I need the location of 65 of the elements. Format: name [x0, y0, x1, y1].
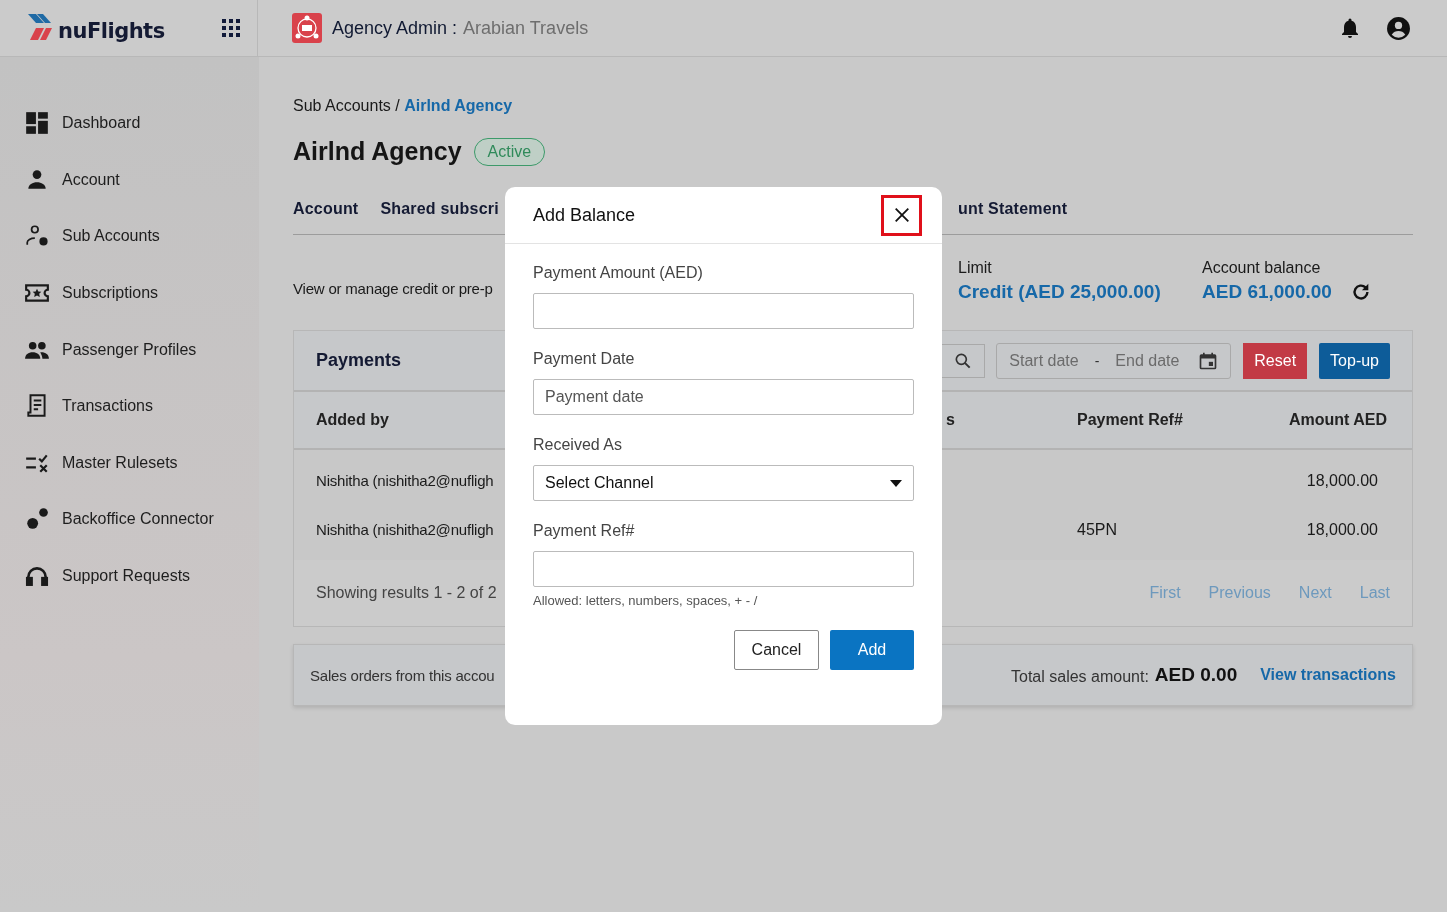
- sidebar-item[interactable]: Account: [0, 151, 259, 209]
- balance-label: Account balance: [1202, 259, 1322, 277]
- dashboard-icon: [24, 110, 50, 137]
- agency-name: Arabian Travels: [463, 17, 589, 39]
- sidebar-item[interactable]: Subscriptions: [0, 264, 259, 322]
- tab[interactable]: Shared subscri: [380, 200, 499, 218]
- field-label: Payment Ref#: [533, 522, 636, 540]
- table-cell: 18,000.00: [1306, 520, 1378, 538]
- field-hint: Allowed: letters, numbers, spaces, + - /: [533, 593, 759, 608]
- description-text: View or manage credit or pre-p: [293, 280, 493, 299]
- field-label: Payment Date: [533, 350, 636, 368]
- select-field[interactable]: Select Channel: [533, 465, 914, 501]
- page-title: Airlnd Agency: [293, 137, 462, 166]
- date-range-field[interactable]: Start date - End date: [996, 342, 1232, 379]
- table-cell: 18,000.00: [1306, 471, 1378, 489]
- results-count: Showing results 1 - 2 of 2: [316, 584, 497, 602]
- dialog-title: Add Balance: [533, 204, 636, 226]
- column-header: Amount AED: [1289, 411, 1388, 429]
- range-separator: -: [1094, 352, 1100, 369]
- card-title: Payments: [316, 350, 402, 371]
- header-title: Agency Admin :: [332, 17, 458, 39]
- cancel-button[interactable]: Cancel: [734, 630, 819, 670]
- add-button[interactable]: Add: [830, 630, 914, 670]
- input-field[interactable]: [533, 293, 914, 329]
- tab[interactable]: Account: [293, 200, 359, 218]
- table-cell: Nishitha (nishitha2@nufligh: [316, 472, 494, 489]
- field-label: Received As: [533, 436, 623, 454]
- table-cell: Nishitha (nishitha2@nufligh: [316, 521, 494, 538]
- sidebar-item[interactable]: Transactions: [0, 377, 259, 435]
- balance-value: AED 61,000.00: [1202, 281, 1332, 303]
- view-transactions-link[interactable]: View transactions: [1260, 666, 1396, 684]
- close-button[interactable]: [881, 194, 922, 236]
- limit-label: Limit: [958, 259, 993, 277]
- column-header: Payment Ref#: [1077, 411, 1184, 429]
- calendar-icon[interactable]: [1198, 350, 1219, 371]
- end-date-placeholder: End date: [1115, 351, 1180, 370]
- logo-text: nuFlights: [58, 19, 165, 43]
- sales-text: Sales orders from this accou: [310, 666, 495, 684]
- agency-icon: [292, 13, 322, 43]
- apps-grid-icon[interactable]: [222, 19, 240, 37]
- close-icon: [892, 206, 911, 224]
- user-avatar-icon[interactable]: [1386, 15, 1411, 41]
- caret-icon: [890, 479, 902, 487]
- sidebar-item[interactable]: Passenger Profiles: [0, 321, 259, 378]
- status-badge: Active: [473, 137, 546, 166]
- sidebar-item[interactable]: Dashboard: [0, 95, 259, 152]
- sidebar-item[interactable]: Support Requests: [0, 547, 259, 605]
- sidebar-item[interactable]: Sub Accounts: [0, 208, 259, 265]
- total-value: AED 0.00: [1154, 664, 1238, 686]
- start-date-placeholder: Start date: [1009, 351, 1079, 370]
- column-header: s: [946, 411, 956, 429]
- breadcrumb-link[interactable]: Sub Accounts /: [293, 97, 400, 114]
- breadcrumb-current: Airlnd Agency: [404, 97, 513, 114]
- top-up-button[interactable]: Top-up: [1319, 342, 1390, 379]
- reset-button[interactable]: Reset: [1243, 342, 1308, 379]
- table-cell: 45PN: [1077, 520, 1118, 538]
- sidebar-item[interactable]: Master Rulesets: [0, 434, 259, 492]
- limit-value: Credit (AED 25,000.00): [958, 281, 1162, 303]
- sidebar-item[interactable]: Backoffice Connector: [0, 491, 259, 548]
- input-field[interactable]: [533, 551, 914, 587]
- column-header: Added by: [316, 411, 390, 429]
- total-label: Total sales amount:: [1011, 668, 1149, 686]
- date-field[interactable]: Payment date: [533, 379, 914, 415]
- field-label: Payment Amount (AED): [533, 264, 704, 282]
- tab[interactable]: unt Statement: [958, 200, 1413, 218]
